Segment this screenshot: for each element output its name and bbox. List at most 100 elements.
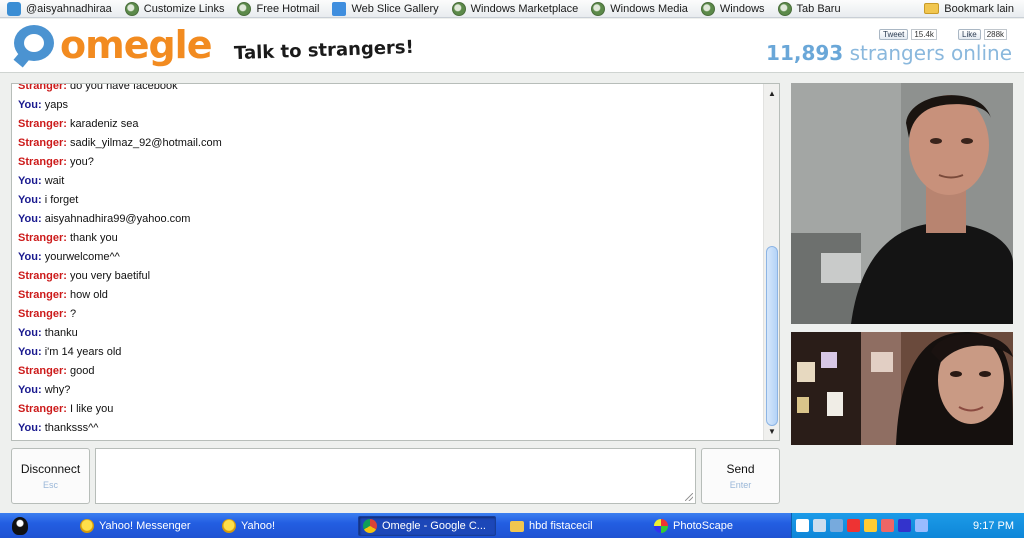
task-hbd-folder[interactable]: hbd fistacecil (506, 516, 597, 536)
bookmark-label: Free Hotmail (256, 2, 320, 15)
chat-text: do you have facebook (69, 83, 178, 92)
bookmark-label: Customize Links (143, 2, 225, 15)
message-input[interactable] (96, 449, 695, 503)
system-tray: 9:17 PM (791, 513, 1024, 538)
network-icon[interactable] (813, 519, 826, 532)
task-yahoo-messenger[interactable]: Yahoo! Messenger (76, 516, 195, 536)
bookmark-other-folder[interactable]: Bookmark lain (917, 0, 1024, 18)
bookmark-tab-baru[interactable]: Tab Baru (771, 0, 847, 18)
chat-sender: You (18, 346, 38, 358)
bookmark-label: Tab Baru (796, 2, 841, 15)
chat-line: You: i'm 14 years old (18, 346, 122, 358)
yahoo-icon (80, 519, 94, 533)
like-widget[interactable]: Like 288k (958, 29, 1008, 40)
bookmark-windows[interactable]: Windows (694, 0, 771, 18)
chat-sender: Stranger (18, 308, 64, 320)
bookmark-free-hotmail[interactable]: Free Hotmail (230, 0, 325, 18)
chat-text: why? (44, 384, 71, 396)
chat-sender: Stranger (18, 270, 64, 282)
scroll-up-arrow-icon[interactable]: ▲ (765, 86, 779, 100)
chat-line: You: aisyahnadhira99@yahoo.com (18, 213, 191, 225)
bookmark-label: Web Slice Gallery (351, 2, 439, 15)
tux-penguin-icon (12, 516, 28, 535)
tweet-count: 15.4k (911, 29, 937, 40)
chat-line: You: thanksss^^ (18, 422, 99, 434)
logo-text: omegle (60, 23, 212, 67)
chat-text: ? (69, 308, 77, 320)
like-button[interactable]: Like (958, 29, 981, 40)
task-omegle-chrome[interactable]: Omegle - Google C... (358, 516, 496, 536)
folder-icon (924, 3, 940, 14)
folder-icon (510, 520, 524, 532)
update-icon[interactable] (881, 519, 894, 532)
help-icon[interactable] (796, 519, 809, 532)
bookmark-windows-media[interactable]: Windows Media (584, 0, 694, 18)
chat-line: Stranger: how old (18, 289, 108, 301)
chat-sender: You (18, 194, 38, 206)
chat-line: Stranger: good (18, 365, 95, 377)
chat-line: You: wait (18, 175, 65, 187)
omegle-logo[interactable]: omegle (13, 23, 212, 68)
task-yahoo[interactable]: Yahoo! (218, 516, 279, 536)
task-label: hbd fistacecil (529, 520, 593, 532)
chat-text: karadeniz sea (69, 118, 139, 130)
chat-scrollbar[interactable]: ▲ ▼ (763, 84, 779, 440)
bookmarks-bar: @aisyahnadhiraa Customize Links Free Hot… (0, 0, 1024, 18)
chat-line: You: why? (18, 384, 71, 396)
chat-sender: Stranger (18, 403, 64, 415)
chat-line: You: thanku (18, 327, 78, 339)
chat-text: I like you (69, 403, 114, 415)
chat-text: you? (69, 156, 94, 168)
chat-sender: You (18, 384, 38, 396)
chat-sender: Stranger (18, 137, 64, 149)
task-label: Yahoo! (241, 520, 276, 532)
tweet-widget[interactable]: Tweet 15.4k (879, 29, 937, 40)
resize-grip-icon[interactable] (685, 493, 693, 501)
site-header: omegle Talk to strangers! Tweet 15.4k Li… (0, 19, 1024, 73)
message-box[interactable] (95, 448, 696, 504)
chat-text: thanksss^^ (44, 422, 99, 434)
web-slice-icon (332, 1, 347, 16)
chat-text: you very baetiful (69, 270, 151, 282)
ie-icon (777, 1, 792, 16)
disconnect-button[interactable]: Disconnect Esc (11, 448, 90, 504)
bluetooth-icon[interactable] (898, 519, 911, 532)
messenger-tray-icon[interactable] (864, 519, 877, 532)
task-label: Omegle - Google C... (382, 520, 486, 532)
chat-line: You: yaps (18, 99, 68, 111)
ie-icon (124, 1, 139, 16)
chat-log[interactable]: Stranger: do you have facebook You: yaps S… (11, 83, 780, 441)
chat-text: i forget (44, 194, 79, 206)
bookmark-customize-links[interactable]: Customize Links (118, 0, 231, 18)
task-label: PhotoScape (673, 520, 733, 532)
chat-text: wait (44, 175, 65, 187)
chat-sender: You (18, 422, 38, 434)
scrollbar-thumb[interactable] (766, 246, 778, 426)
volume-icon[interactable] (915, 519, 928, 532)
chat-sender: Stranger (18, 289, 64, 301)
tweet-button[interactable]: Tweet (879, 29, 909, 40)
antivirus-icon[interactable] (847, 519, 860, 532)
chat-sender: You (18, 99, 38, 111)
ie-icon (451, 1, 466, 16)
bookmark-windows-marketplace[interactable]: Windows Marketplace (445, 0, 585, 18)
disconnect-hint: Esc (42, 480, 58, 490)
chat-line: You: i forget (18, 194, 79, 206)
bookmark-label: Bookmark lain (944, 2, 1014, 15)
monitor-icon[interactable] (830, 519, 843, 532)
send-button[interactable]: Send Enter (701, 448, 780, 504)
chat-line: You: yourwelcome^^ (18, 251, 120, 263)
chat-sender: Stranger (18, 83, 64, 92)
chat-line: Stranger: thank you (18, 232, 118, 244)
ie-icon (700, 1, 715, 16)
bookmark-label: Windows Media (610, 2, 688, 15)
chat-text: thanku (44, 327, 78, 339)
chat-sender: Stranger (18, 118, 64, 130)
task-photoscape[interactable]: PhotoScape (650, 516, 737, 536)
chat-text: good (69, 365, 95, 377)
start-button[interactable] (0, 513, 40, 538)
bookmark-web-slice-gallery[interactable]: Web Slice Gallery (325, 0, 444, 18)
scroll-down-arrow-icon[interactable]: ▼ (765, 424, 779, 438)
bookmark-twitter[interactable]: @aisyahnadhiraa (0, 0, 118, 18)
send-label: Send (726, 462, 755, 476)
